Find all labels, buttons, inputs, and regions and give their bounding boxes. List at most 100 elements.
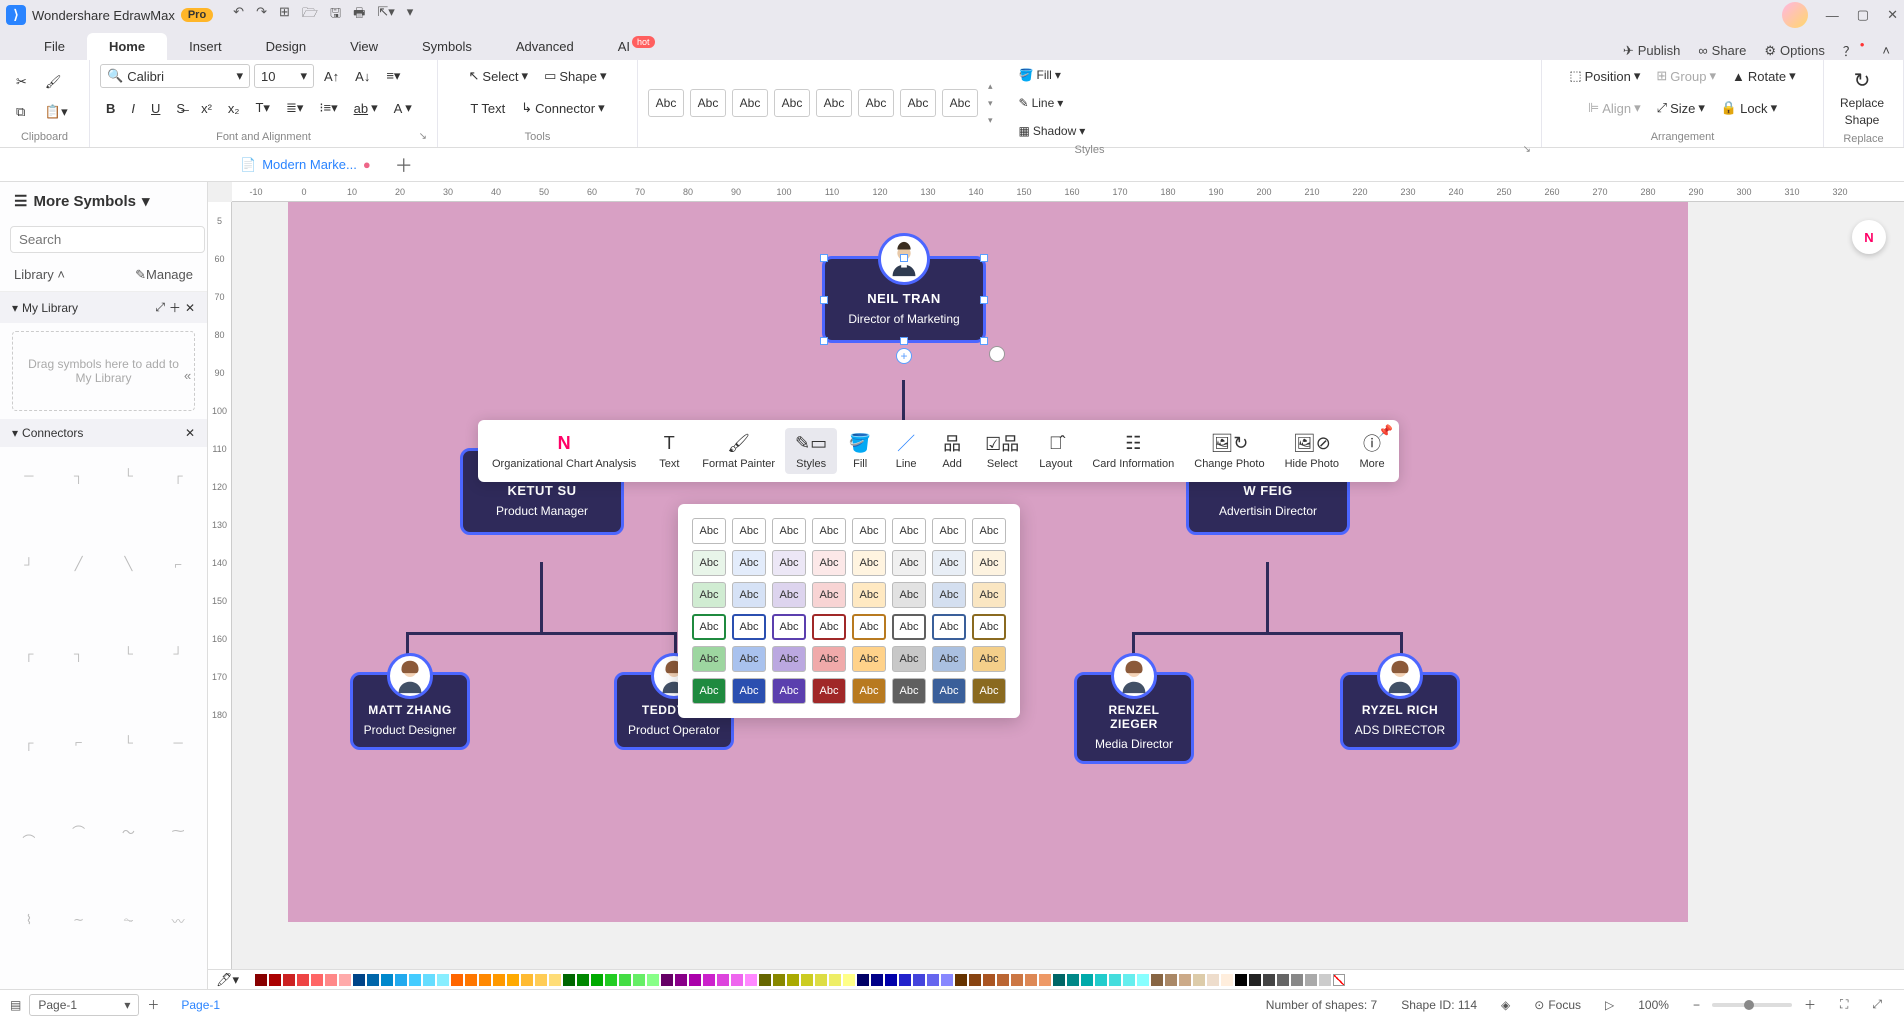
style-swatch[interactable]: Abc [692,646,726,672]
underline-button[interactable]: U [145,97,166,120]
style-swatch[interactable]: Abc [732,518,766,544]
color-swatch[interactable] [1179,974,1191,986]
color-swatch[interactable] [1221,974,1233,986]
style-swatch[interactable]: Abc [932,646,966,672]
add-child-handle[interactable]: + [896,348,912,364]
print-button[interactable]: 🖶 [353,4,365,26]
color-swatch[interactable] [773,974,785,986]
color-swatch[interactable] [577,974,589,986]
color-swatch[interactable] [1249,974,1261,986]
color-swatch[interactable] [913,974,925,986]
color-swatch[interactable] [1067,974,1079,986]
color-swatch[interactable] [297,974,309,986]
style-swatch[interactable]: Abc [772,678,806,704]
color-picker-icon[interactable]: 🖊▾ [216,972,239,988]
connector-shape[interactable]: ╲ [108,544,150,584]
connector-shape[interactable]: ∼ [58,900,100,940]
color-swatch[interactable] [451,974,463,986]
menu-symbols[interactable]: Symbols [400,33,494,60]
redo-button[interactable]: ↷ [256,4,267,26]
color-swatch[interactable] [787,974,799,986]
color-swatch[interactable] [1081,974,1093,986]
new-button[interactable]: ⊞ [279,4,290,26]
org-node[interactable]: RENZEL ZIEGER Media Director [1074,672,1194,764]
color-swatch[interactable] [493,974,505,986]
color-swatch[interactable] [1235,974,1247,986]
style-swatch[interactable]: Abc [772,550,806,576]
maximize-button[interactable]: ▢ [1857,7,1869,23]
color-swatch[interactable] [675,974,687,986]
float-line[interactable]: ／Line [883,428,929,474]
line-button[interactable]: ✎ Line ▾ [1013,92,1092,114]
increase-font-button[interactable]: A↑ [318,65,345,88]
styles-launcher[interactable]: ↘ [1523,144,1531,155]
connector-shape[interactable]: ┘ [157,633,199,673]
mylib-expand-icon[interactable]: ⤢ [155,300,165,315]
color-swatch[interactable] [395,974,407,986]
style-swatch[interactable]: Abc [972,550,1006,576]
color-swatch[interactable] [549,974,561,986]
style-swatch[interactable]: Abc [732,582,766,608]
style-swatch[interactable]: Abc [852,678,886,704]
case-button[interactable]: T▾ [249,96,275,120]
font-launcher[interactable]: ↘ [419,131,427,142]
style-swatch[interactable]: Abc [852,614,886,640]
float-fill[interactable]: 🪣Fill [837,428,883,474]
shadow-button[interactable]: ▦ Shadow ▾ [1013,120,1092,142]
style-swatch[interactable]: Abc [900,89,936,117]
color-swatch[interactable] [731,974,743,986]
style-swatch[interactable]: Abc [812,518,846,544]
no-color-swatch[interactable] [1333,974,1345,986]
float-hide-photo[interactable]: 🖼⊘Hide Photo [1275,428,1349,474]
style-swatch[interactable]: Abc [932,614,966,640]
color-swatch[interactable] [759,974,771,986]
style-swatch[interactable]: Abc [732,550,766,576]
style-swatch[interactable]: Abc [812,582,846,608]
connector-shape[interactable]: └ [108,633,150,673]
style-swatch[interactable]: Abc [692,582,726,608]
style-swatch[interactable]: Abc [932,518,966,544]
connector-shape[interactable]: └ [108,722,150,762]
menu-file[interactable]: File [22,33,87,60]
more-symbols-header[interactable]: ☰ More Symbols▾ [0,182,207,220]
manage-button[interactable]: ✎Manage [135,267,193,283]
color-swatch[interactable] [507,974,519,986]
fill-button[interactable]: 🪣 Fill ▾ [1013,64,1092,86]
color-swatch[interactable] [1291,974,1303,986]
rotate-handle[interactable] [989,346,1005,362]
font-color-button[interactable]: A▾ [388,96,418,120]
color-swatch[interactable] [829,974,841,986]
style-swatch[interactable]: Abc [852,582,886,608]
color-swatch[interactable] [479,974,491,986]
style-swatch[interactable]: Abc [892,518,926,544]
style-swatch[interactable]: Abc [972,614,1006,640]
connector-shape[interactable]: ┌ [8,722,50,762]
style-swatch[interactable]: Abc [812,646,846,672]
style-swatch[interactable]: Abc [732,89,768,117]
format-brush-button[interactable]: 🖌 [39,70,74,94]
cut-button[interactable]: ✂ [10,70,33,94]
connector-shape[interactable]: ┌ [157,455,199,495]
connector-shape[interactable]: ⌐ [157,544,199,584]
brand-pill[interactable]: N [1852,220,1886,254]
shape-tool-button[interactable]: ▭ Shape ▾ [538,64,612,88]
save-button[interactable]: 🖫 [330,4,341,26]
document-tab[interactable]: 📄 Modern Marke... ● [228,151,383,179]
org-node-root[interactable]: NEIL TRAN Director of Marketing + [822,256,986,343]
italic-button[interactable]: I [125,97,141,120]
color-swatch[interactable] [311,974,323,986]
float-add[interactable]: 品Add [929,428,975,474]
color-swatch[interactable] [1053,974,1065,986]
replace-shape-button[interactable]: ↻ReplaceShape [1834,64,1890,131]
numbered-list-button[interactable]: ≣▾ [280,96,309,120]
open-button[interactable]: 🗁 [302,4,318,26]
font-family-select[interactable]: 🔍 Calibri▾ [100,64,250,88]
page-link[interactable]: Page-1 [181,998,220,1012]
library-drop-zone[interactable]: Drag symbols here to add to My Library [12,331,195,411]
color-swatch[interactable] [941,974,953,986]
symbol-search-input[interactable] [10,226,205,253]
style-swatch[interactable]: Abc [648,89,684,117]
mylib-add-icon[interactable]: ＋ [169,299,181,316]
style-swatch[interactable]: Abc [692,678,726,704]
color-swatch[interactable] [745,974,757,986]
